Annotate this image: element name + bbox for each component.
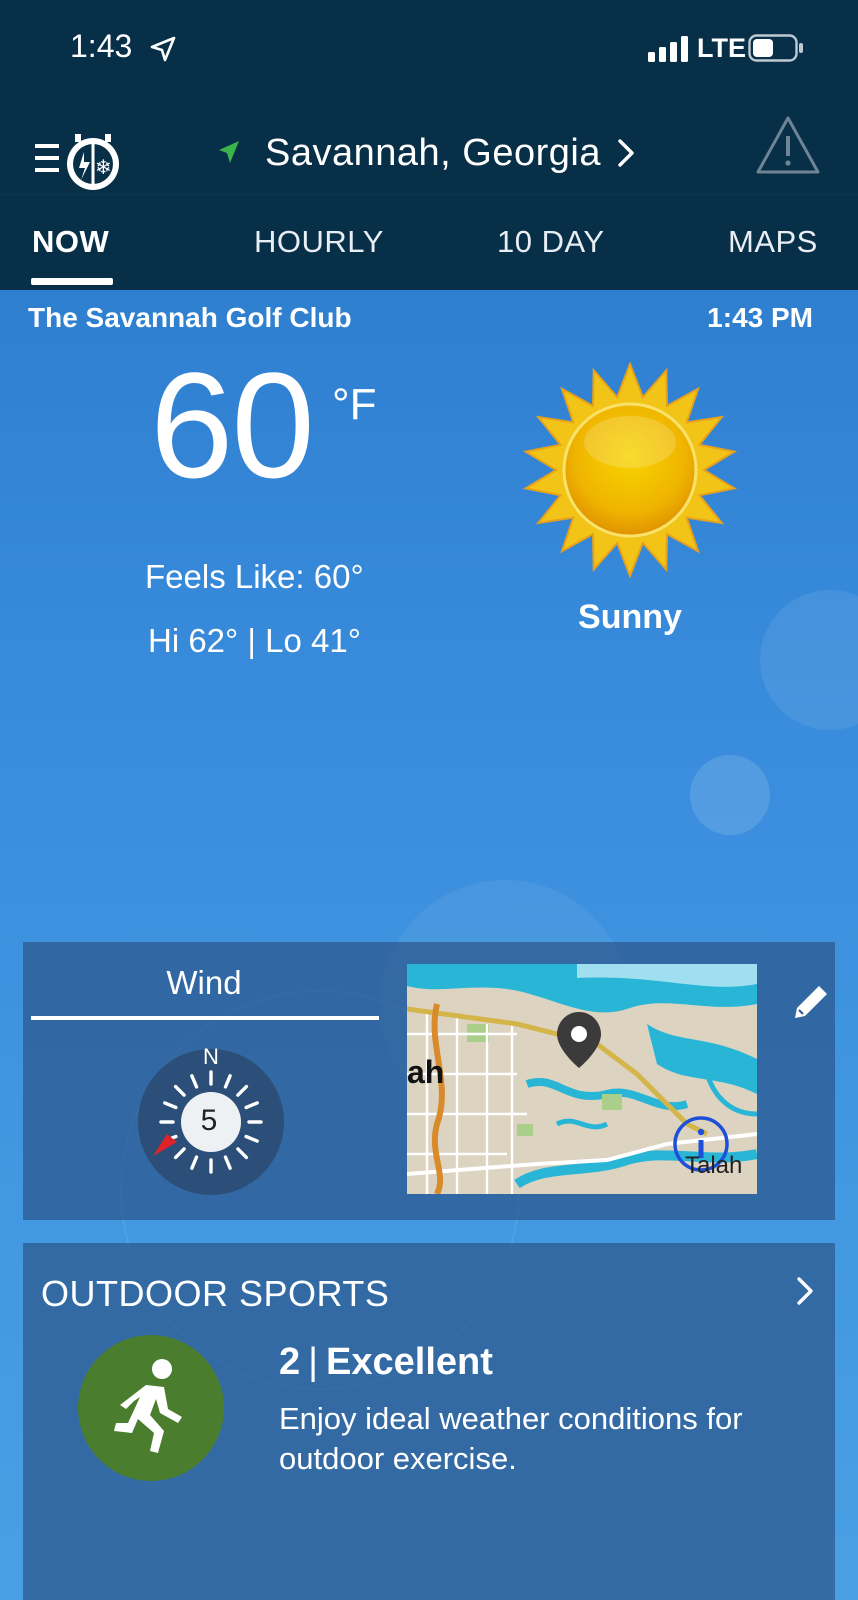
network-type: LTE [697,33,746,63]
condition-label: Sunny [578,598,682,636]
wind-title-underline [31,1016,379,1020]
status-bar: 1:43 LTE [0,0,858,100]
temperature-value: 60 [150,341,315,509]
tab-bar: NOW HOURLY 10 DAY MAPS [0,196,858,290]
lens-flare [690,755,770,835]
rating-separator: | [308,1341,319,1383]
lens-flare [760,590,858,730]
alert-icon[interactable] [755,114,821,176]
outdoor-sports-title: OUTDOOR SPORTS [41,1273,390,1314]
station-name: The Savannah Golf Club [28,302,352,333]
outdoor-sports-rating-label: Excellent [326,1341,493,1383]
tab-now[interactable]: NOW [32,224,109,260]
chevron-right-icon[interactable] [793,1273,817,1309]
wind-map-thumbnail[interactable]: ah Talah [407,964,757,1194]
battery-icon [748,34,803,62]
location-services-icon [150,36,176,62]
signal-icon [648,36,688,62]
tab-10-day[interactable]: 10 DAY [497,224,605,260]
outdoor-sports-score: 2 [279,1341,301,1383]
observation-time: 1:43 PM [707,302,813,333]
map-label-talahi: Talah [685,1152,743,1179]
map-label-savannah: ah [407,1054,445,1090]
outdoor-sports-description: Enjoy ideal weather conditions for outdo… [279,1401,743,1476]
wind-title: Wind [166,964,242,1001]
top-nav: ❄ Savannah, Georgia [0,100,858,195]
tab-maps[interactable]: MAPS [728,224,818,260]
outdoor-sports-badge [78,1335,224,1481]
location-arrow-icon [219,141,239,163]
tab-hourly[interactable]: HOURLY [254,224,384,260]
active-tab-indicator [31,278,113,285]
runner-icon [114,1359,182,1453]
edit-icon[interactable] [789,980,833,1024]
temperature-unit: °F [332,380,377,429]
sun-icon [522,362,738,578]
wind-card[interactable]: Wind N 5 ah Talah [23,942,835,1220]
svg-text:❄: ❄ [95,155,112,179]
status-time: 1:43 [70,28,133,64]
chevron-right-icon [618,139,634,167]
weather-app: 1:43 LTE ❄ Savannah, Georgia NOW HOURLY … [0,0,858,1600]
wind-speed: 5 [200,1104,218,1137]
location-name: Savannah, Georgia [265,131,601,174]
outdoor-sports-rating: 2 | Excellent [279,1341,493,1384]
feels-like: Feels Like: 60° [145,558,364,595]
menu-logo-icon[interactable]: ❄ [35,130,125,190]
hi-lo-temperature: Hi 62° | Lo 41° [148,622,361,659]
outdoor-sports-card[interactable]: OUTDOOR SPORTS 2 | Excellent Enjoy ideal w… [23,1243,835,1600]
location-selector[interactable]: Savannah, Georgia [215,128,639,178]
app-header: 1:43 LTE ❄ Savannah, Georgia NOW HOURLY … [0,0,858,290]
current-conditions-panel: The Savannah Golf Club 1:43 PM 60 °F Fee… [0,290,858,1600]
svg-text:N: N [203,1044,219,1069]
